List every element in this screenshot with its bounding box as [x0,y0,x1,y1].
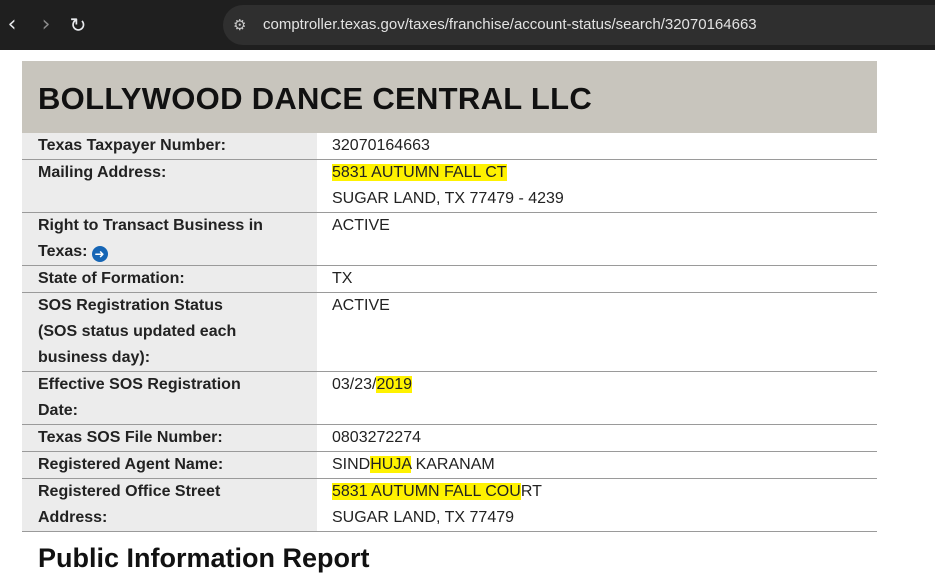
account-status-card: BOLLYWOOD DANCE CENTRAL LLC Texas Taxpay… [22,61,877,532]
info-arrow-icon[interactable]: ➜ [91,246,108,262]
back-arrow-icon[interactable]: ‹ [0,12,24,38]
state-of-formation-label: State of Formation: [22,265,317,293]
sos-file-number-value: 0803272274 [317,424,877,452]
sos-status-label: SOS Registration Status (SOS status upda… [22,292,317,372]
mailing-address-label: Mailing Address: [22,159,317,213]
url-text[interactable]: comptroller.texas.gov/taxes/franchise/ac… [263,16,757,33]
sos-file-number-label: Texas SOS File Number: [22,424,317,452]
browser-toolbar: ‹ › ↻ ⚙ comptroller.texas.gov/taxes/fran… [0,0,935,50]
taxpayer-number-value: 32070164663 [317,133,877,160]
title-band: BOLLYWOOD DANCE CENTRAL LLC [22,61,877,133]
public-information-report-heading: Public Information Report [38,543,370,573]
table-row: Mailing Address: 5831 AUTUMN FALL CT SUG… [22,159,877,213]
table-row: SOS Registration Status (SOS status upda… [22,292,877,372]
table-row: Texas Taxpayer Number: 32070164663 [22,133,877,160]
table-row: Effective SOS Registration Date: 03/23/2… [22,371,877,425]
table-row: Registered Office Street Address: 5831 A… [22,478,877,532]
registered-office-value: 5831 AUTUMN FALL COURT SUGAR LAND, TX 77… [317,478,877,532]
account-status-table: Texas Taxpayer Number: 32070164663 Maili… [22,133,877,532]
right-to-transact-label: Right to Transact Business in Texas: ➜ [22,212,317,266]
registered-office-label: Registered Office Street Address: [22,478,317,532]
mailing-address-value: 5831 AUTUMN FALL CT SUGAR LAND, TX 77479… [317,159,877,213]
reload-icon[interactable]: ↻ [66,12,90,38]
entity-name-title: BOLLYWOOD DANCE CENTRAL LLC [38,81,593,116]
address-bar[interactable]: ⚙ comptroller.texas.gov/taxes/franchise/… [223,5,935,45]
taxpayer-number-label: Texas Taxpayer Number: [22,133,317,160]
registered-agent-label: Registered Agent Name: [22,451,317,479]
table-row: Registered Agent Name: SINDHUJA KARANAM [22,451,877,479]
sos-status-value: ACTIVE [317,292,877,372]
registered-agent-value: SINDHUJA KARANAM [317,451,877,479]
mailing-address-line1: 5831 AUTUMN FALL CT [332,164,507,181]
mailing-address-line2: SUGAR LAND, TX 77479 - 4239 [332,190,564,207]
table-row: Texas SOS File Number: 0803272274 [22,424,877,452]
table-row: State of Formation: TX [22,265,877,293]
effective-sos-date-label: Effective SOS Registration Date: [22,371,317,425]
state-of-formation-value: TX [317,265,877,293]
effective-sos-date-value: 03/23/2019 [317,371,877,425]
forward-arrow-icon[interactable]: › [34,12,58,38]
table-row: Right to Transact Business in Texas: ➜ AC… [22,212,877,266]
right-to-transact-value: ACTIVE [317,212,877,266]
site-info-icon[interactable]: ⚙ [233,15,251,35]
